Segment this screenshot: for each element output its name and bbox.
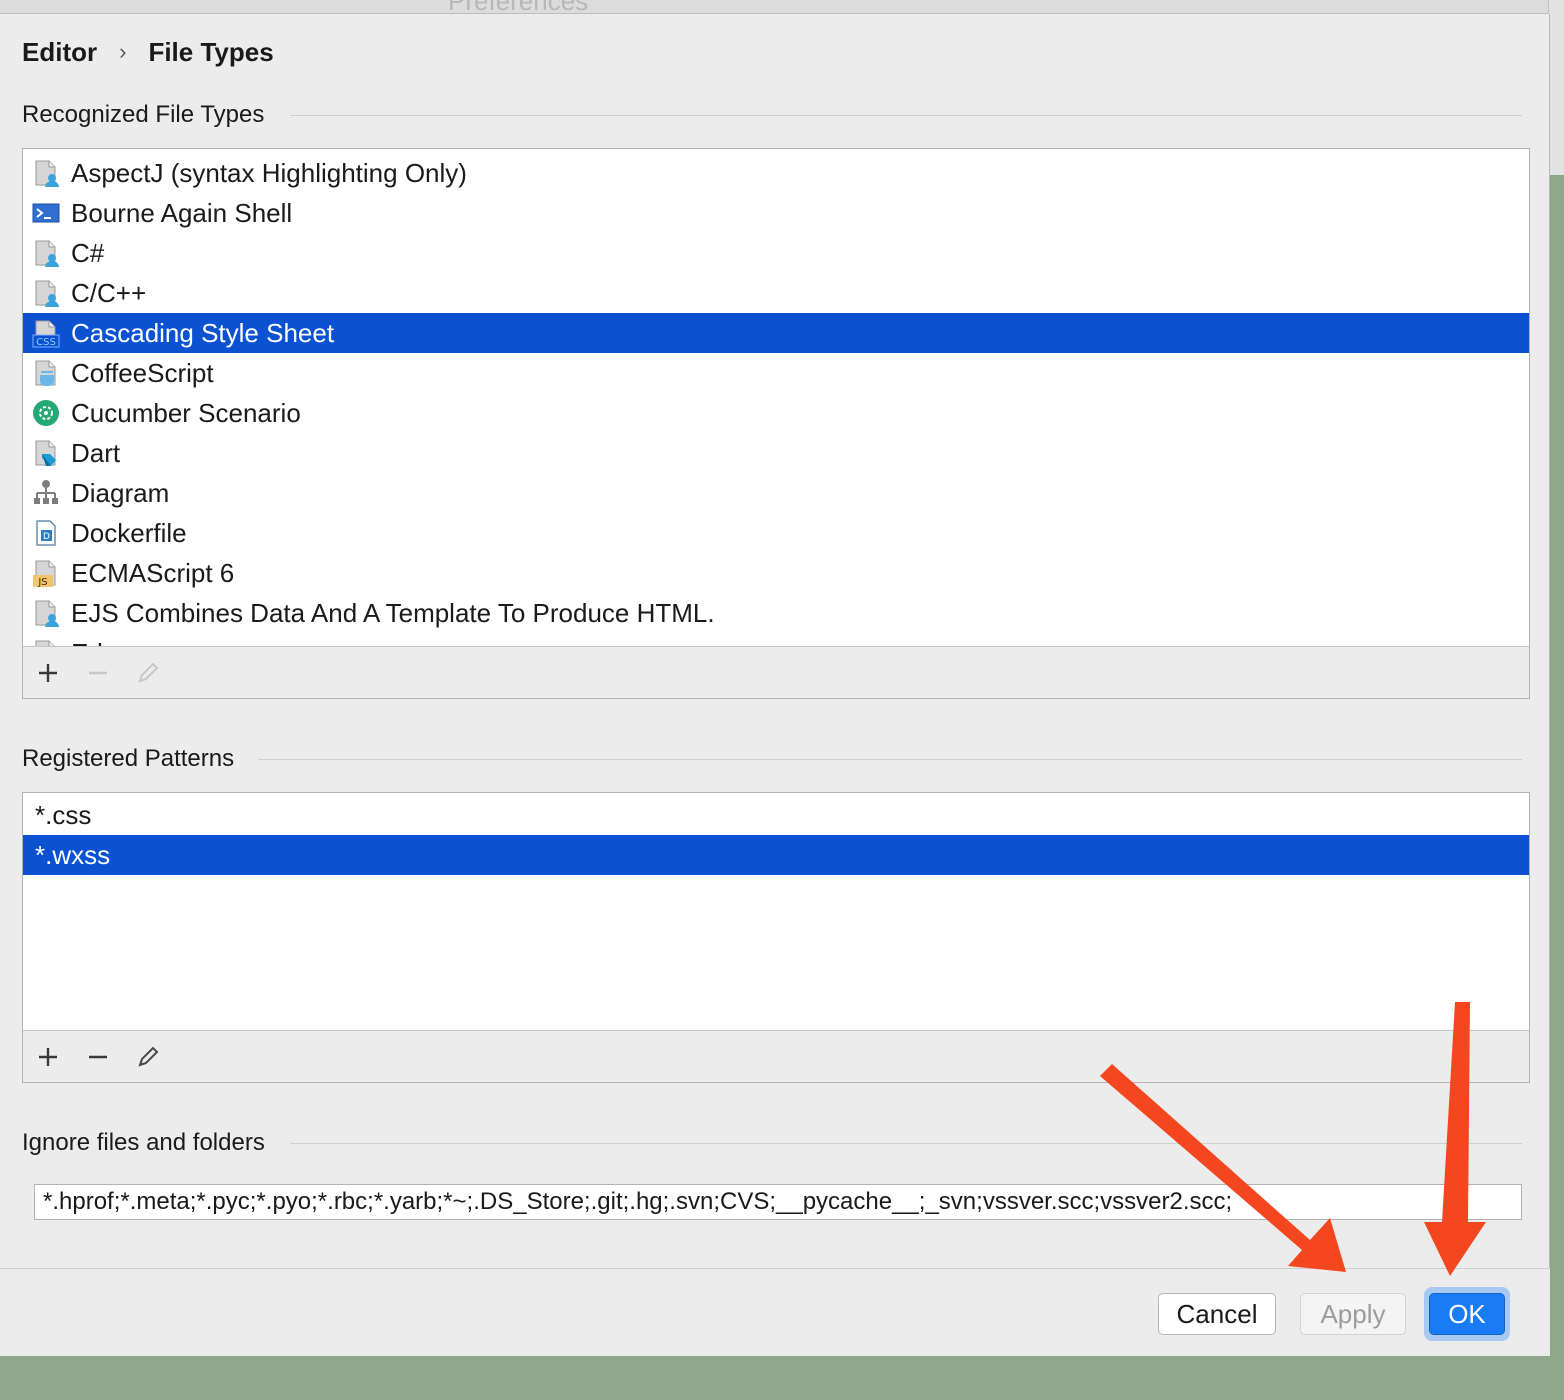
file-types-list[interactable]: AspectJ (syntax Highlighting Only) Bourne… <box>23 149 1529 647</box>
file-type-item[interactable]: CoffeeScript <box>23 353 1529 393</box>
file-type-item[interactable]: CSS Cascading Style Sheet <box>23 313 1529 353</box>
file-type-item[interactable]: D Dockerfile <box>23 513 1529 553</box>
file-type-label: AspectJ (syntax Highlighting Only) <box>71 157 467 188</box>
generic-file-icon <box>31 238 61 268</box>
file-type-label: CoffeeScript <box>71 357 214 388</box>
diagram-icon <box>31 478 61 508</box>
add-file-type-button[interactable] <box>35 660 61 686</box>
file-type-label: Bourne Again Shell <box>71 197 293 228</box>
breadcrumb-editor[interactable]: Editor <box>22 37 97 68</box>
file-type-item[interactable]: C# <box>23 233 1529 273</box>
file-type-label: Diagram <box>71 477 170 508</box>
ok-button[interactable]: OK <box>1429 1293 1505 1335</box>
background-window-edge <box>1548 0 1564 175</box>
svg-text:CSS: CSS <box>36 337 56 348</box>
recognized-file-types-title: Recognized File Types <box>22 101 265 128</box>
patterns-toolbar <box>23 1030 1529 1082</box>
remove-file-type-button[interactable] <box>85 660 111 686</box>
file-type-item[interactable]: Cucumber Scenario <box>23 393 1529 433</box>
file-type-label: Cascading Style Sheet <box>71 317 335 348</box>
dart-file-icon <box>31 438 61 468</box>
file-type-item[interactable]: EJS Combines Data And A Template To Prod… <box>23 593 1529 633</box>
file-type-item[interactable]: AspectJ (syntax Highlighting Only) <box>23 153 1529 193</box>
pattern-item[interactable]: *.wxss <box>23 835 1529 875</box>
generic-file-icon <box>31 158 61 188</box>
generic-file-icon <box>31 278 61 308</box>
file-type-item[interactable]: JS ECMAScript 6 <box>23 553 1529 593</box>
registered-patterns-title: Registered Patterns <box>22 745 235 772</box>
file-type-label: C# <box>71 237 105 268</box>
remove-pattern-button[interactable] <box>85 1044 111 1070</box>
ignore-files-input[interactable]: *.hprof;*.meta;*.pyc;*.pyo;*.rbc;*.yarb;… <box>34 1184 1522 1220</box>
edit-pattern-button[interactable] <box>135 1044 161 1070</box>
pencil-icon <box>138 662 159 683</box>
add-pattern-button[interactable] <box>35 1044 61 1070</box>
minus-icon <box>89 671 107 674</box>
minus-icon <box>89 1055 107 1058</box>
docker-file-icon: D <box>31 518 61 548</box>
file-type-item[interactable]: Bourne Again Shell <box>23 193 1529 233</box>
file-type-item[interactable]: C/C++ <box>23 273 1529 313</box>
file-type-label: Cucumber Scenario <box>71 397 301 428</box>
patterns-list[interactable]: *.css *.wxss <box>23 793 1529 1031</box>
file-type-item[interactable]: Dart <box>23 433 1529 473</box>
plus-icon <box>39 1047 57 1066</box>
breadcrumb-separator: › <box>119 39 127 64</box>
recognized-file-types-panel: AspectJ (syntax Highlighting Only) Bourne… <box>22 148 1530 699</box>
cucumber-icon <box>31 398 61 428</box>
pattern-item[interactable]: *.css <box>23 795 1529 835</box>
file-type-label: ECMAScript 6 <box>71 557 235 588</box>
apply-button[interactable]: Apply <box>1300 1293 1406 1335</box>
plus-icon <box>39 663 57 682</box>
file-types-toolbar <box>23 646 1529 698</box>
file-type-item[interactable]: Diagram <box>23 473 1529 513</box>
breadcrumb: Editor › File Types <box>22 36 274 68</box>
registered-patterns-panel: *.css *.wxss <box>22 792 1530 1083</box>
preferences-dialog: Editor › File Types Recognized File Type… <box>0 14 1550 1356</box>
cancel-button[interactable]: Cancel <box>1158 1293 1276 1335</box>
breadcrumb-file-types: File Types <box>148 36 274 67</box>
generic-file-icon <box>31 598 61 628</box>
css-file-icon: CSS <box>31 318 61 348</box>
js-file-icon: JS <box>31 558 61 588</box>
recognized-file-types-header: Recognized File Types <box>22 100 1522 130</box>
pencil-icon <box>138 1046 159 1067</box>
window-title-bar: Preferences <box>0 0 1548 16</box>
svg-text:JS: JS <box>37 577 47 588</box>
svg-text:D: D <box>43 532 50 542</box>
file-type-label: C/C++ <box>71 277 147 308</box>
file-type-label: Dockerfile <box>71 517 187 548</box>
ignore-files-header: Ignore files and folders <box>22 1128 1522 1158</box>
terminal-icon <box>31 198 61 228</box>
coffee-file-icon <box>31 358 61 388</box>
file-type-label: EJS Combines Data And A Template To Prod… <box>71 597 715 628</box>
edit-file-type-button[interactable] <box>135 660 161 686</box>
dialog-footer: Cancel Apply OK <box>0 1268 1550 1356</box>
ignore-files-title: Ignore files and folders <box>22 1129 265 1156</box>
file-type-label: Dart <box>71 437 121 468</box>
file-type-item[interactable]: Erb <box>23 633 1529 647</box>
registered-patterns-header: Registered Patterns <box>22 744 1522 774</box>
